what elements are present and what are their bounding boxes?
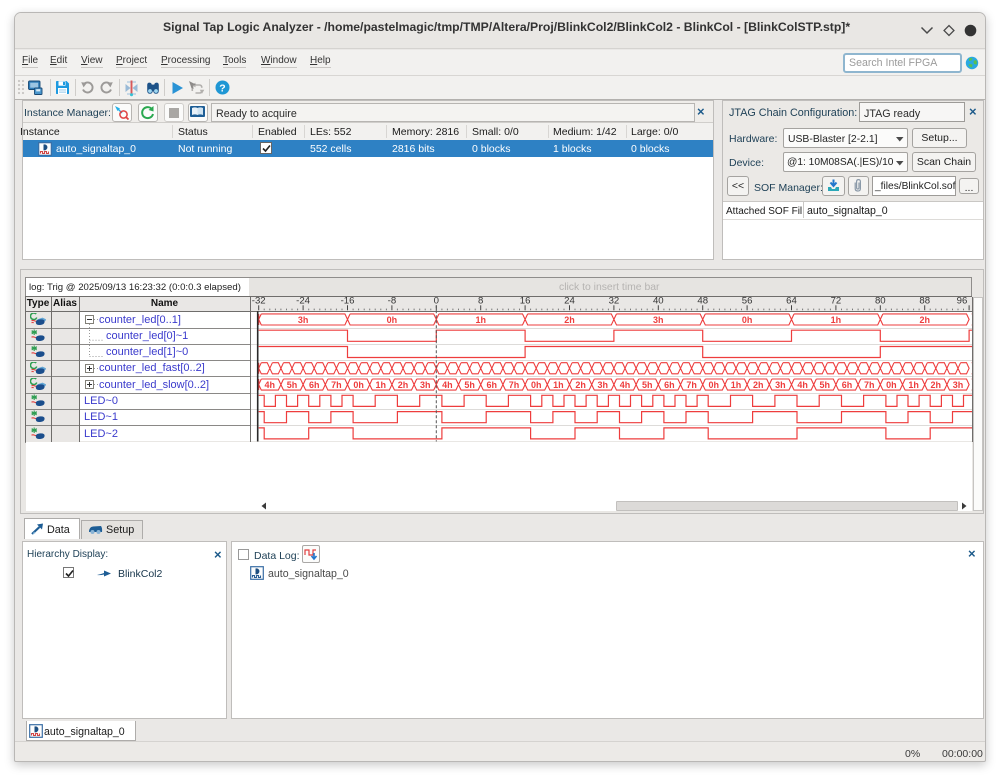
svg-text:?: ? [219,82,225,94]
